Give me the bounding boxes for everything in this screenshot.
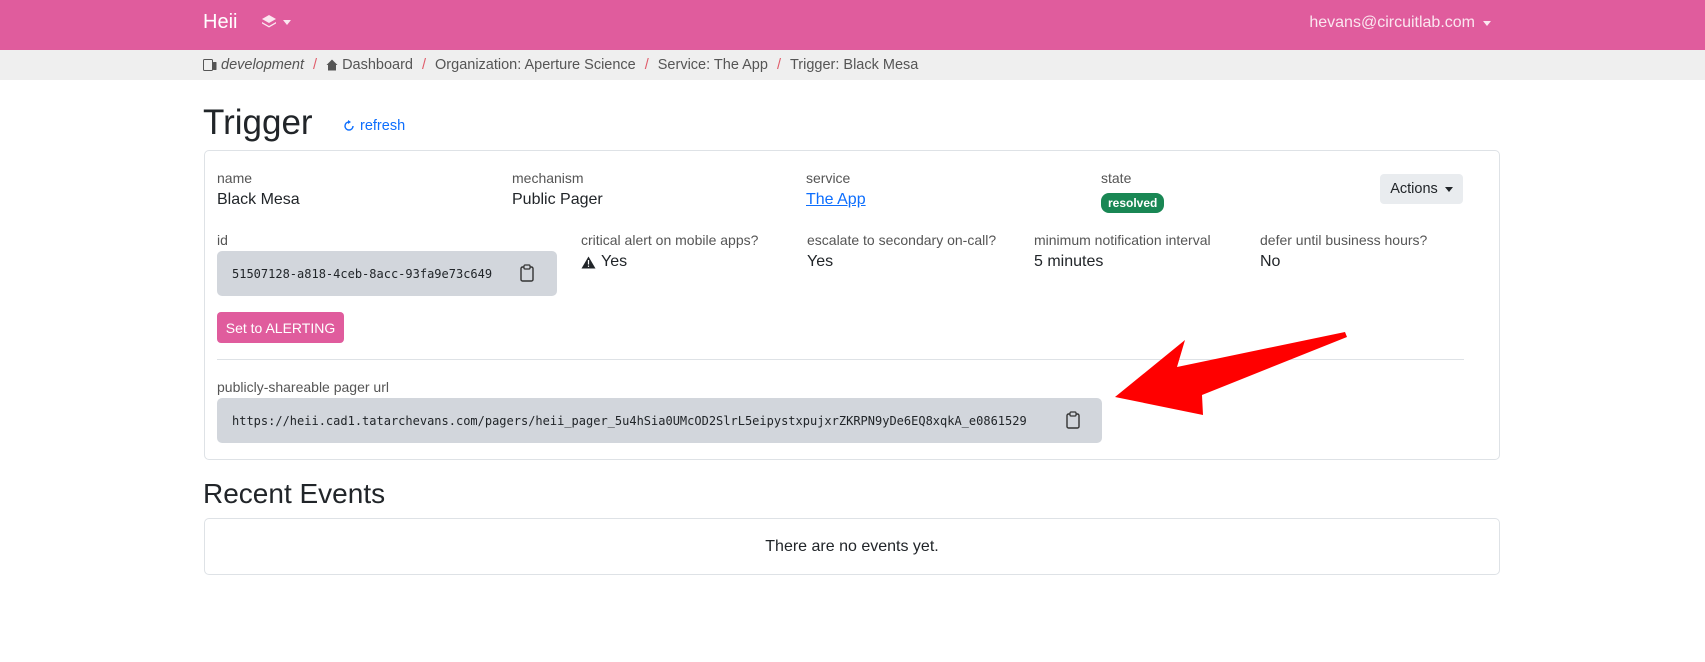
top-navbar: Heii hevans@circuitlab.com [0,0,1705,50]
refresh-icon [343,120,355,132]
service-label: service [806,170,851,186]
escalate-label: escalate to secondary on-call? [807,232,997,248]
interval-label: minimum notification interval [1034,232,1211,248]
breadcrumb-separator: / [644,57,649,73]
id-label: id [217,232,228,248]
warning-icon [581,256,596,269]
refresh-label: refresh [360,118,406,134]
name-label: name [217,170,253,186]
chevron-down-icon [283,19,291,25]
critical-alert-value-wrap: Yes [581,253,627,271]
status-badge: resolved [1101,193,1165,213]
mechanism-label: mechanism [512,170,584,186]
critical-alert-value: Yes [601,253,628,270]
home-icon [326,59,338,71]
page-title: Trigger [203,103,313,142]
brand-logo[interactable]: Heii [203,11,237,34]
service-link[interactable]: The App [806,191,866,209]
breadcrumb-bar: development / Dashboard / Organization: … [0,50,1705,80]
clipboard-icon[interactable] [520,264,534,282]
actions-label: Actions [1390,181,1438,197]
breadcrumb-separator: / [422,57,427,73]
chevron-down-icon [1444,186,1453,192]
actions-dropdown-button[interactable]: Actions [1380,174,1463,204]
environment-switcher[interactable] [261,14,291,30]
pager-url-codebox: https://heii.cad1.tatarchevans.com/pager… [217,398,1102,443]
refresh-link[interactable]: refresh [343,118,405,134]
chevron-down-icon [1483,20,1491,26]
escalate-value: Yes [807,253,834,270]
id-codebox: 51507128-a818-4ceb-8acc-93fa9e73c649 [217,251,557,296]
events-card: There are no events yet. [204,518,1500,575]
events-empty-message: There are no events yet. [765,538,939,555]
state-label: state [1101,170,1132,186]
layers-icon [261,14,277,30]
pager-url-label: publicly-shareable pager url [217,379,389,395]
breadcrumb-dashboard[interactable]: Dashboard [342,57,413,73]
recent-events-title: Recent Events [203,478,386,509]
red-arrow [1115,332,1347,415]
breadcrumb: development / Dashboard / Organization: … [203,57,918,73]
critical-alert-label: critical alert on mobile apps? [581,232,759,248]
breadcrumb-separator: / [776,57,781,73]
pager-url-value[interactable]: https://heii.cad1.tatarchevans.com/pager… [232,414,1027,428]
breadcrumb-environment[interactable]: development [221,57,304,73]
mechanism-value: Public Pager [512,191,603,208]
set-alerting-button[interactable]: Set to ALERTING [217,312,344,343]
name-value: Black Mesa [217,191,300,208]
defer-label: defer until business hours? [1260,232,1428,248]
breadcrumb-trigger: Trigger: Black Mesa [789,57,919,73]
clipboard-icon[interactable] [1066,411,1080,429]
device-icon [203,59,217,71]
breadcrumb-separator: / [313,57,318,73]
id-value[interactable]: 51507128-a818-4ceb-8acc-93fa9e73c649 [232,267,492,281]
defer-value: No [1260,253,1281,270]
user-menu[interactable]: hevans@circuitlab.com [1309,14,1491,32]
interval-value: 5 minutes [1034,253,1104,270]
user-email: hevans@circuitlab.com [1309,14,1475,31]
breadcrumb-organization[interactable]: Organization: Aperture Science [435,57,636,73]
breadcrumb-service[interactable]: Service: The App [658,57,768,73]
